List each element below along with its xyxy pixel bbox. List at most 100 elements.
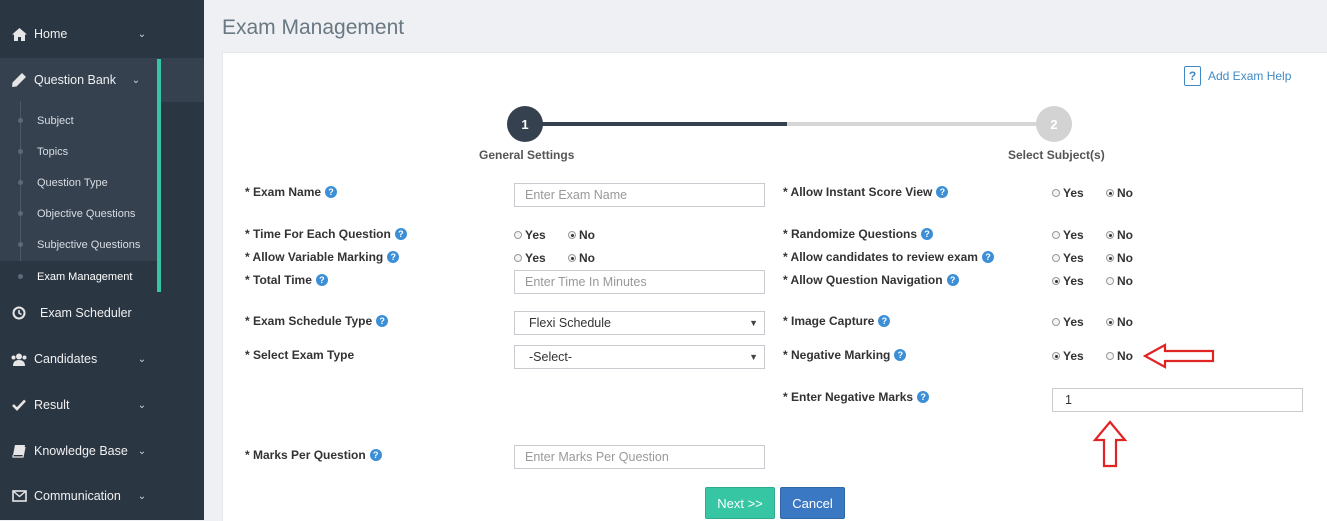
label-text: * Time For Each Question [245,227,391,241]
review-no-radio[interactable]: No [1106,251,1133,265]
radio-circle [1052,254,1060,262]
radio-circle [1106,231,1114,239]
submenu-item-subjective-questions[interactable]: Subjective Questions [0,229,157,260]
wizard-step-2[interactable]: 2 [1036,106,1072,142]
help-icon[interactable]: ? [981,251,994,263]
marks-per-question-label: * Marks Per Question? [245,448,382,462]
submenu-item-label: Subjective Questions [37,238,141,251]
active-indicator [157,59,161,292]
submenu-item-question-type[interactable]: Question Type [0,167,157,198]
help-icon[interactable]: ? [921,228,934,240]
randomize-no-radio[interactable]: No [1106,228,1133,242]
submenu-item-label: Question Type [37,176,108,189]
sidebar-item-result[interactable]: Result ⌄ [0,383,204,427]
help-icon[interactable]: ? [917,391,930,403]
sidebar-item-label: Question Bank [34,73,116,87]
chevron-down-icon: ⌄ [137,28,147,40]
instant-score-label: * Allow Instant Score View? [783,185,949,199]
sidebar-item-knowledge-base[interactable]: Knowledge Base ⌄ [0,429,204,473]
exam-type-select[interactable]: -Select- ▼ [514,345,765,369]
help-icon[interactable]: ? [878,315,891,327]
radio-label: No [1117,228,1133,242]
radio-label: Yes [1063,186,1084,200]
bullet-icon [18,180,23,185]
radio-circle [514,254,522,262]
label-text: * Allow Variable Marking [245,250,384,264]
select-value: Flexi Schedule [529,316,611,330]
users-icon [10,351,28,367]
help-icon[interactable]: ? [936,186,949,198]
instant-score-yes-radio[interactable]: Yes [1052,186,1084,200]
cancel-button[interactable]: Cancel [780,487,845,519]
randomize-yes-radio[interactable]: Yes [1052,228,1084,242]
help-icon[interactable]: ? [894,349,907,361]
annotation-arrow-up-icon [1092,420,1128,468]
sidebar-item-exam-scheduler[interactable]: Exam Scheduler [0,291,204,335]
radio-circle [568,231,576,239]
review-yes-radio[interactable]: Yes [1052,251,1084,265]
navigation-no-radio[interactable]: No [1106,274,1133,288]
label-text: * Exam Name [245,185,322,199]
review-exam-label: * Allow candidates to review exam? [783,250,994,264]
time-each-no-radio[interactable]: No [568,228,595,242]
radio-circle [1052,318,1060,326]
wizard-step-1[interactable]: 1 [507,106,543,142]
exam-schedule-type-select[interactable]: Flexi Schedule ▼ [514,311,765,335]
image-capture-label: * Image Capture? [783,314,891,328]
help-icon[interactable]: ? [387,251,400,263]
sidebar-item-communication[interactable]: Communication ⌄ [0,474,204,518]
clock-icon [10,305,28,321]
time-each-question-label: * Time For Each Question? [245,227,407,241]
help-icon[interactable]: ? [315,274,328,286]
radio-label: No [1117,315,1133,329]
submenu-item-objective-questions[interactable]: Objective Questions [0,198,157,229]
help-icon[interactable]: ? [394,228,407,240]
sidebar-item-candidates[interactable]: Candidates ⌄ [0,337,204,381]
negative-marks-input[interactable]: 1 [1052,388,1303,412]
label-text: * Total Time [245,273,312,287]
label-text: * Image Capture [783,314,875,328]
help-icon[interactable]: ? [369,449,382,461]
submenu-item-label: Objective Questions [37,207,136,220]
submenu-item-exam-management[interactable]: Exam Management [0,261,157,292]
chevron-down-icon: ⌄ [131,74,141,86]
negative-marking-yes-radio[interactable]: Yes [1052,349,1084,363]
envelope-icon [10,488,28,504]
help-icon[interactable]: ? [325,186,338,198]
submenu-item-label: Exam Management [37,270,133,283]
bullet-icon [18,118,23,123]
pencil-icon [10,72,28,88]
radio-label: No [1117,251,1133,265]
help-icon[interactable]: ? [946,274,959,286]
total-time-input[interactable]: Enter Time In Minutes [514,270,765,294]
add-exam-help-link[interactable]: ? Add Exam Help [1184,66,1291,86]
marks-per-question-input[interactable]: Enter Marks Per Question [514,445,765,469]
exam-name-input[interactable]: Enter Exam Name [514,183,765,207]
radio-label: No [1117,186,1133,200]
sidebar-item-home[interactable]: Home ⌄ [0,12,204,56]
radio-circle [568,254,576,262]
radio-label: No [579,251,595,265]
submenu-item-subject[interactable]: Subject [0,105,157,136]
instant-score-no-radio[interactable]: No [1106,186,1133,200]
next-button[interactable]: Next >> [705,487,775,519]
image-capture-yes-radio[interactable]: Yes [1052,315,1084,329]
navigation-yes-radio[interactable]: Yes [1052,274,1084,288]
variable-marking-yes-radio[interactable]: Yes [514,251,546,265]
sidebar-item-label: Candidates [34,352,98,366]
radio-label: Yes [1063,251,1084,265]
caret-down-icon: ▼ [749,352,758,362]
negative-marking-no-radio[interactable]: No [1106,349,1133,363]
help-icon[interactable]: ? [376,315,389,327]
variable-marking-no-radio[interactable]: No [568,251,595,265]
sidebar-item-question-bank[interactable]: Question Bank ⌄ [0,58,204,102]
time-each-yes-radio[interactable]: Yes [514,228,546,242]
caret-down-icon: ▼ [749,318,758,328]
image-capture-no-radio[interactable]: No [1106,315,1133,329]
radio-circle [1106,352,1114,360]
radio-circle [1052,352,1060,360]
radio-label: Yes [1063,315,1084,329]
home-icon [10,26,28,42]
submenu-item-topics[interactable]: Topics [0,136,157,167]
radio-label: Yes [1063,228,1084,242]
